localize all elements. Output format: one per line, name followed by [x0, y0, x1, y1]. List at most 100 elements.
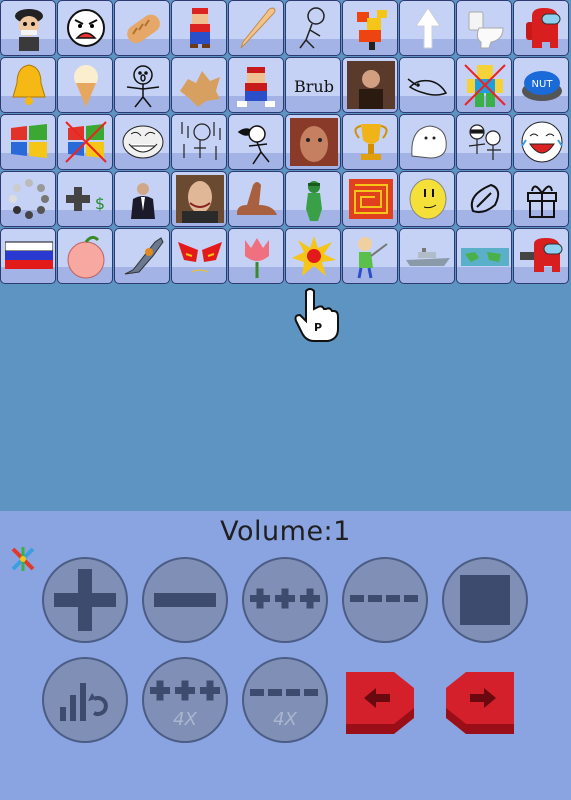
minus-minus-minus-minus-4x-button[interactable]: 4X [242, 657, 328, 743]
sound-tile[interactable] [171, 228, 227, 284]
sound-tile[interactable] [285, 114, 341, 170]
sound-tile[interactable] [513, 0, 569, 56]
sound-tile[interactable] [0, 171, 56, 227]
sound-tile[interactable]: NUT [513, 57, 569, 113]
minus-button[interactable] [142, 557, 228, 643]
sound-tile[interactable] [342, 171, 398, 227]
tulip-icon [245, 238, 269, 278]
volume-bars-replay-icon [60, 683, 108, 721]
minus-minus-minus-minus-button[interactable] [342, 557, 428, 643]
toilet-icon [468, 11, 504, 49]
bat-icon [240, 7, 276, 49]
peach-icon [67, 235, 105, 279]
red-maze-icon [349, 179, 393, 219]
plus-plus-plus-button[interactable] [242, 557, 328, 643]
sound-tile[interactable] [342, 57, 398, 113]
nut-label: NUT [532, 79, 554, 90]
yellow-face-icon [409, 178, 447, 220]
sound-tile[interactable] [342, 228, 398, 284]
ray-gun-icon [124, 237, 164, 275]
svg-text:$: $ [95, 194, 105, 213]
sound-tile[interactable] [0, 228, 56, 284]
sound-tile[interactable] [114, 57, 170, 113]
sound-tile[interactable] [399, 57, 455, 113]
sound-tile[interactable] [114, 0, 170, 56]
trophy-icon [354, 124, 388, 160]
sound-tile[interactable] [171, 171, 227, 227]
sound-tile[interactable] [456, 171, 512, 227]
quad-minus-4x-icon: 4X [250, 689, 318, 730]
dinosaur-icon [237, 182, 277, 215]
explosion-icon [180, 71, 220, 107]
sound-tile[interactable] [399, 228, 455, 284]
pointing-hand-cursor-icon: P [294, 288, 339, 342]
russia-flag-icon [5, 241, 53, 269]
sound-tile[interactable] [456, 57, 512, 113]
ship-icon [406, 248, 450, 266]
sound-tile[interactable] [171, 57, 227, 113]
quad-minus-icon [350, 595, 418, 602]
arrow-right-button[interactable] [442, 668, 518, 738]
red-arrow-left-icon [346, 672, 414, 734]
sound-tile[interactable] [114, 114, 170, 170]
sound-tile[interactable] [171, 114, 227, 170]
bell-icon [12, 64, 46, 105]
portrait-man-icon [347, 61, 395, 109]
sound-tile[interactable] [228, 57, 284, 113]
sound-tile[interactable] [228, 0, 284, 56]
sound-tile[interactable] [399, 114, 455, 170]
sound-tile[interactable] [57, 228, 113, 284]
running-stickman-icon [237, 125, 270, 165]
sound-tile[interactable] [513, 171, 569, 227]
stop-square-icon [460, 575, 510, 625]
plus-button[interactable] [42, 557, 128, 643]
sound-tile[interactable] [0, 0, 56, 56]
sound-tile[interactable] [114, 228, 170, 284]
baldi-icon [357, 237, 388, 279]
sound-tile[interactable] [57, 0, 113, 56]
sound-tile[interactable] [399, 0, 455, 56]
mario-icon [190, 8, 210, 48]
sound-tile[interactable] [228, 228, 284, 284]
sound-tile[interactable] [0, 57, 56, 113]
sound-tile[interactable] [228, 114, 284, 170]
angry-face-icon [67, 9, 105, 47]
soundboard-area: Brub NUT $ [0, 0, 571, 288]
arrow-left-button[interactable] [342, 668, 418, 738]
sound-tile[interactable] [285, 0, 341, 56]
mascot-face-icon [15, 9, 43, 51]
sound-grid: Brub NUT $ [0, 0, 569, 284]
replay-volume-button[interactable] [42, 657, 128, 743]
photo-face-icon [290, 118, 338, 166]
sound-tile[interactable] [456, 228, 512, 284]
plus-plus-plus-4x-button[interactable]: 4X [142, 657, 228, 743]
sound-tile[interactable] [456, 0, 512, 56]
bread-icon [127, 14, 160, 43]
leaf-outline-icon [470, 183, 500, 214]
sound-tile[interactable] [513, 228, 569, 284]
sound-tile[interactable] [228, 171, 284, 227]
minus-icon [154, 593, 216, 607]
sound-tile[interactable] [285, 228, 341, 284]
photo-man-icon [176, 175, 224, 223]
sound-tile[interactable] [513, 114, 569, 170]
sound-tile[interactable] [342, 0, 398, 56]
sound-tile[interactable] [456, 114, 512, 170]
sound-tile[interactable] [57, 114, 113, 170]
sound-tile[interactable] [171, 0, 227, 56]
sound-tile[interactable] [0, 114, 56, 170]
sound-tile[interactable]: Brub [285, 57, 341, 113]
sound-tile[interactable] [114, 171, 170, 227]
sound-tile[interactable] [285, 171, 341, 227]
sound-tile[interactable] [57, 57, 113, 113]
rain-stickman-icon [181, 122, 221, 160]
map-icon [461, 248, 509, 266]
sound-tile[interactable] [399, 171, 455, 227]
mario-icon [237, 67, 275, 107]
sound-tile[interactable]: $ [57, 171, 113, 227]
sound-tile[interactable] [342, 114, 398, 170]
control-panel [0, 511, 571, 800]
goose-icon [407, 78, 448, 96]
stop-button[interactable] [442, 557, 528, 643]
ice-cream-icon [74, 65, 98, 107]
